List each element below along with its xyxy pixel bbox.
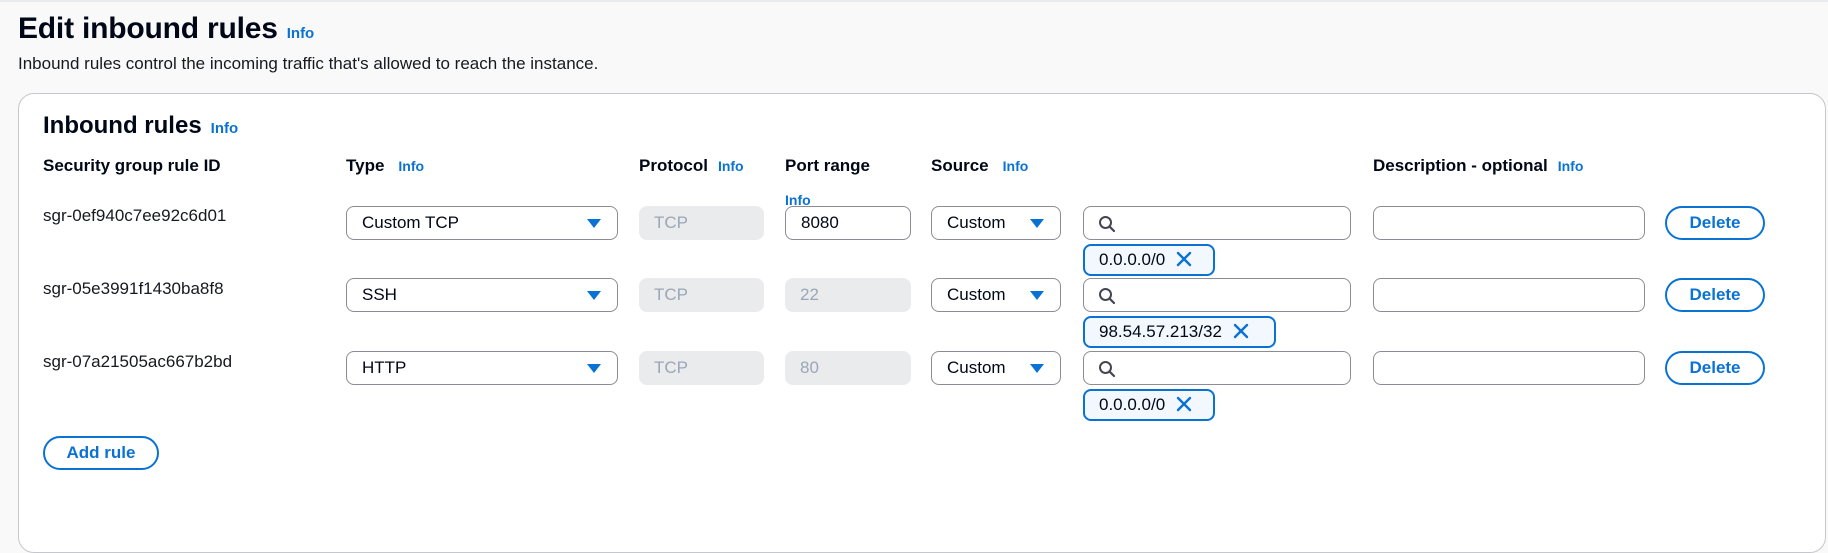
source-select-value: Custom [947,213,1006,232]
protocol-info-link[interactable]: Info [718,158,744,174]
rule-id: sgr-07a21505ac667b2bd [43,352,233,371]
description-input[interactable] [1373,206,1645,240]
cidr-token: 0.0.0.0/0 [1083,389,1215,421]
cidr-token-label: 98.54.57.213/32 [1099,322,1222,341]
cidr-token: 0.0.0.0/0 [1083,244,1215,276]
source-info-link[interactable]: Info [1003,158,1029,174]
search-icon [1099,361,1116,378]
cidr-search-input[interactable] [1083,351,1351,385]
protocol-field: TCP [639,206,764,240]
port-range-field: 80 [785,351,911,385]
page-description: Inbound rules control the incoming traff… [18,54,599,73]
search-icon [1099,288,1116,305]
column-header-description: Description - optional Info [1373,156,1583,176]
cidr-token-label: 0.0.0.0/0 [1099,395,1166,414]
source-select-value: Custom [947,285,1006,304]
port-range-field: 22 [785,278,911,312]
caret-down-icon [587,219,601,228]
description-input[interactable] [1373,278,1645,312]
delete-button[interactable]: Delete [1665,351,1765,385]
type-select-value: Custom TCP [362,213,459,232]
panel-title: Inbound rules Info [43,112,238,140]
column-header-type: Type Info [346,156,424,176]
protocol-field: TCP [639,351,764,385]
column-header-port-range: Port range [785,156,870,176]
column-header-type-label: Type [346,156,385,175]
top-divider [0,0,1828,2]
rule-id: sgr-05e3991f1430ba8f8 [43,279,224,298]
column-header-port-range-label: Port range [785,156,871,175]
description-input[interactable] [1373,351,1645,385]
page-header: Edit inbound rules Info [18,12,314,46]
page-title: Edit inbound rules [18,12,278,45]
source-select-value: Custom [947,358,1006,377]
caret-down-icon [1030,364,1044,373]
port-range-input[interactable]: 8080 [785,206,911,240]
caret-down-icon [587,291,601,300]
caret-down-icon [1030,291,1044,300]
type-select[interactable]: SSH [346,278,618,312]
cidr-search-input[interactable] [1083,206,1351,240]
type-info-link[interactable]: Info [398,158,424,174]
source-select[interactable]: Custom [931,351,1061,385]
type-select[interactable]: HTTP [346,351,618,385]
inbound-rules-panel: Inbound rules Info Security group rule ID… [18,93,1826,553]
search-icon [1099,216,1116,233]
cidr-token-label: 0.0.0.0/0 [1099,250,1166,269]
column-header-protocol: Protocol Info [639,156,744,176]
type-select-value: HTTP [362,358,407,377]
type-select[interactable]: Custom TCP [346,206,618,240]
column-header-rule-id: Security group rule ID [43,156,221,175]
cidr-search-input[interactable] [1083,278,1351,312]
type-select-value: SSH [362,285,397,304]
delete-button[interactable]: Delete [1665,206,1765,240]
column-header-source: Source Info [931,156,1028,176]
delete-button[interactable]: Delete [1665,278,1765,312]
source-select[interactable]: Custom [931,278,1061,312]
column-header-description-label: Description - optional [1373,156,1548,175]
close-icon[interactable] [1175,395,1193,413]
protocol-field: TCP [639,278,764,312]
add-rule-button[interactable]: Add rule [43,436,159,470]
caret-down-icon [587,364,601,373]
panel-title-text: Inbound rules [43,112,202,139]
rule-id: sgr-0ef940c7ee92c6d01 [43,206,227,225]
description-info-link[interactable]: Info [1558,158,1584,174]
cidr-token: 98.54.57.213/32 [1083,316,1276,348]
close-icon[interactable] [1175,250,1193,268]
caret-down-icon [1030,219,1044,228]
panel-info-link[interactable]: Info [211,120,239,137]
source-select[interactable]: Custom [931,206,1061,240]
page-info-link[interactable]: Info [287,25,315,42]
column-header-source-label: Source [931,156,989,175]
close-icon[interactable] [1232,322,1250,340]
column-header-protocol-label: Protocol [639,156,708,175]
